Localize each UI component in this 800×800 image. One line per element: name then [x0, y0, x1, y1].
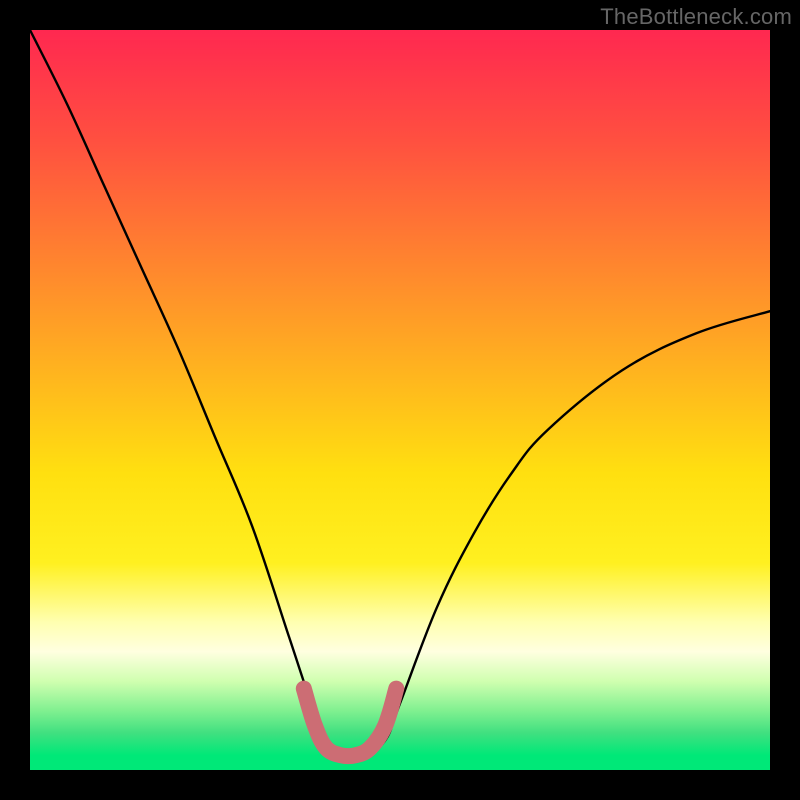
- chart-container: TheBottleneck.com: [0, 0, 800, 800]
- optimal-range-marker: [30, 30, 770, 770]
- watermark-label: TheBottleneck.com: [600, 4, 792, 30]
- plot-area: [30, 30, 770, 770]
